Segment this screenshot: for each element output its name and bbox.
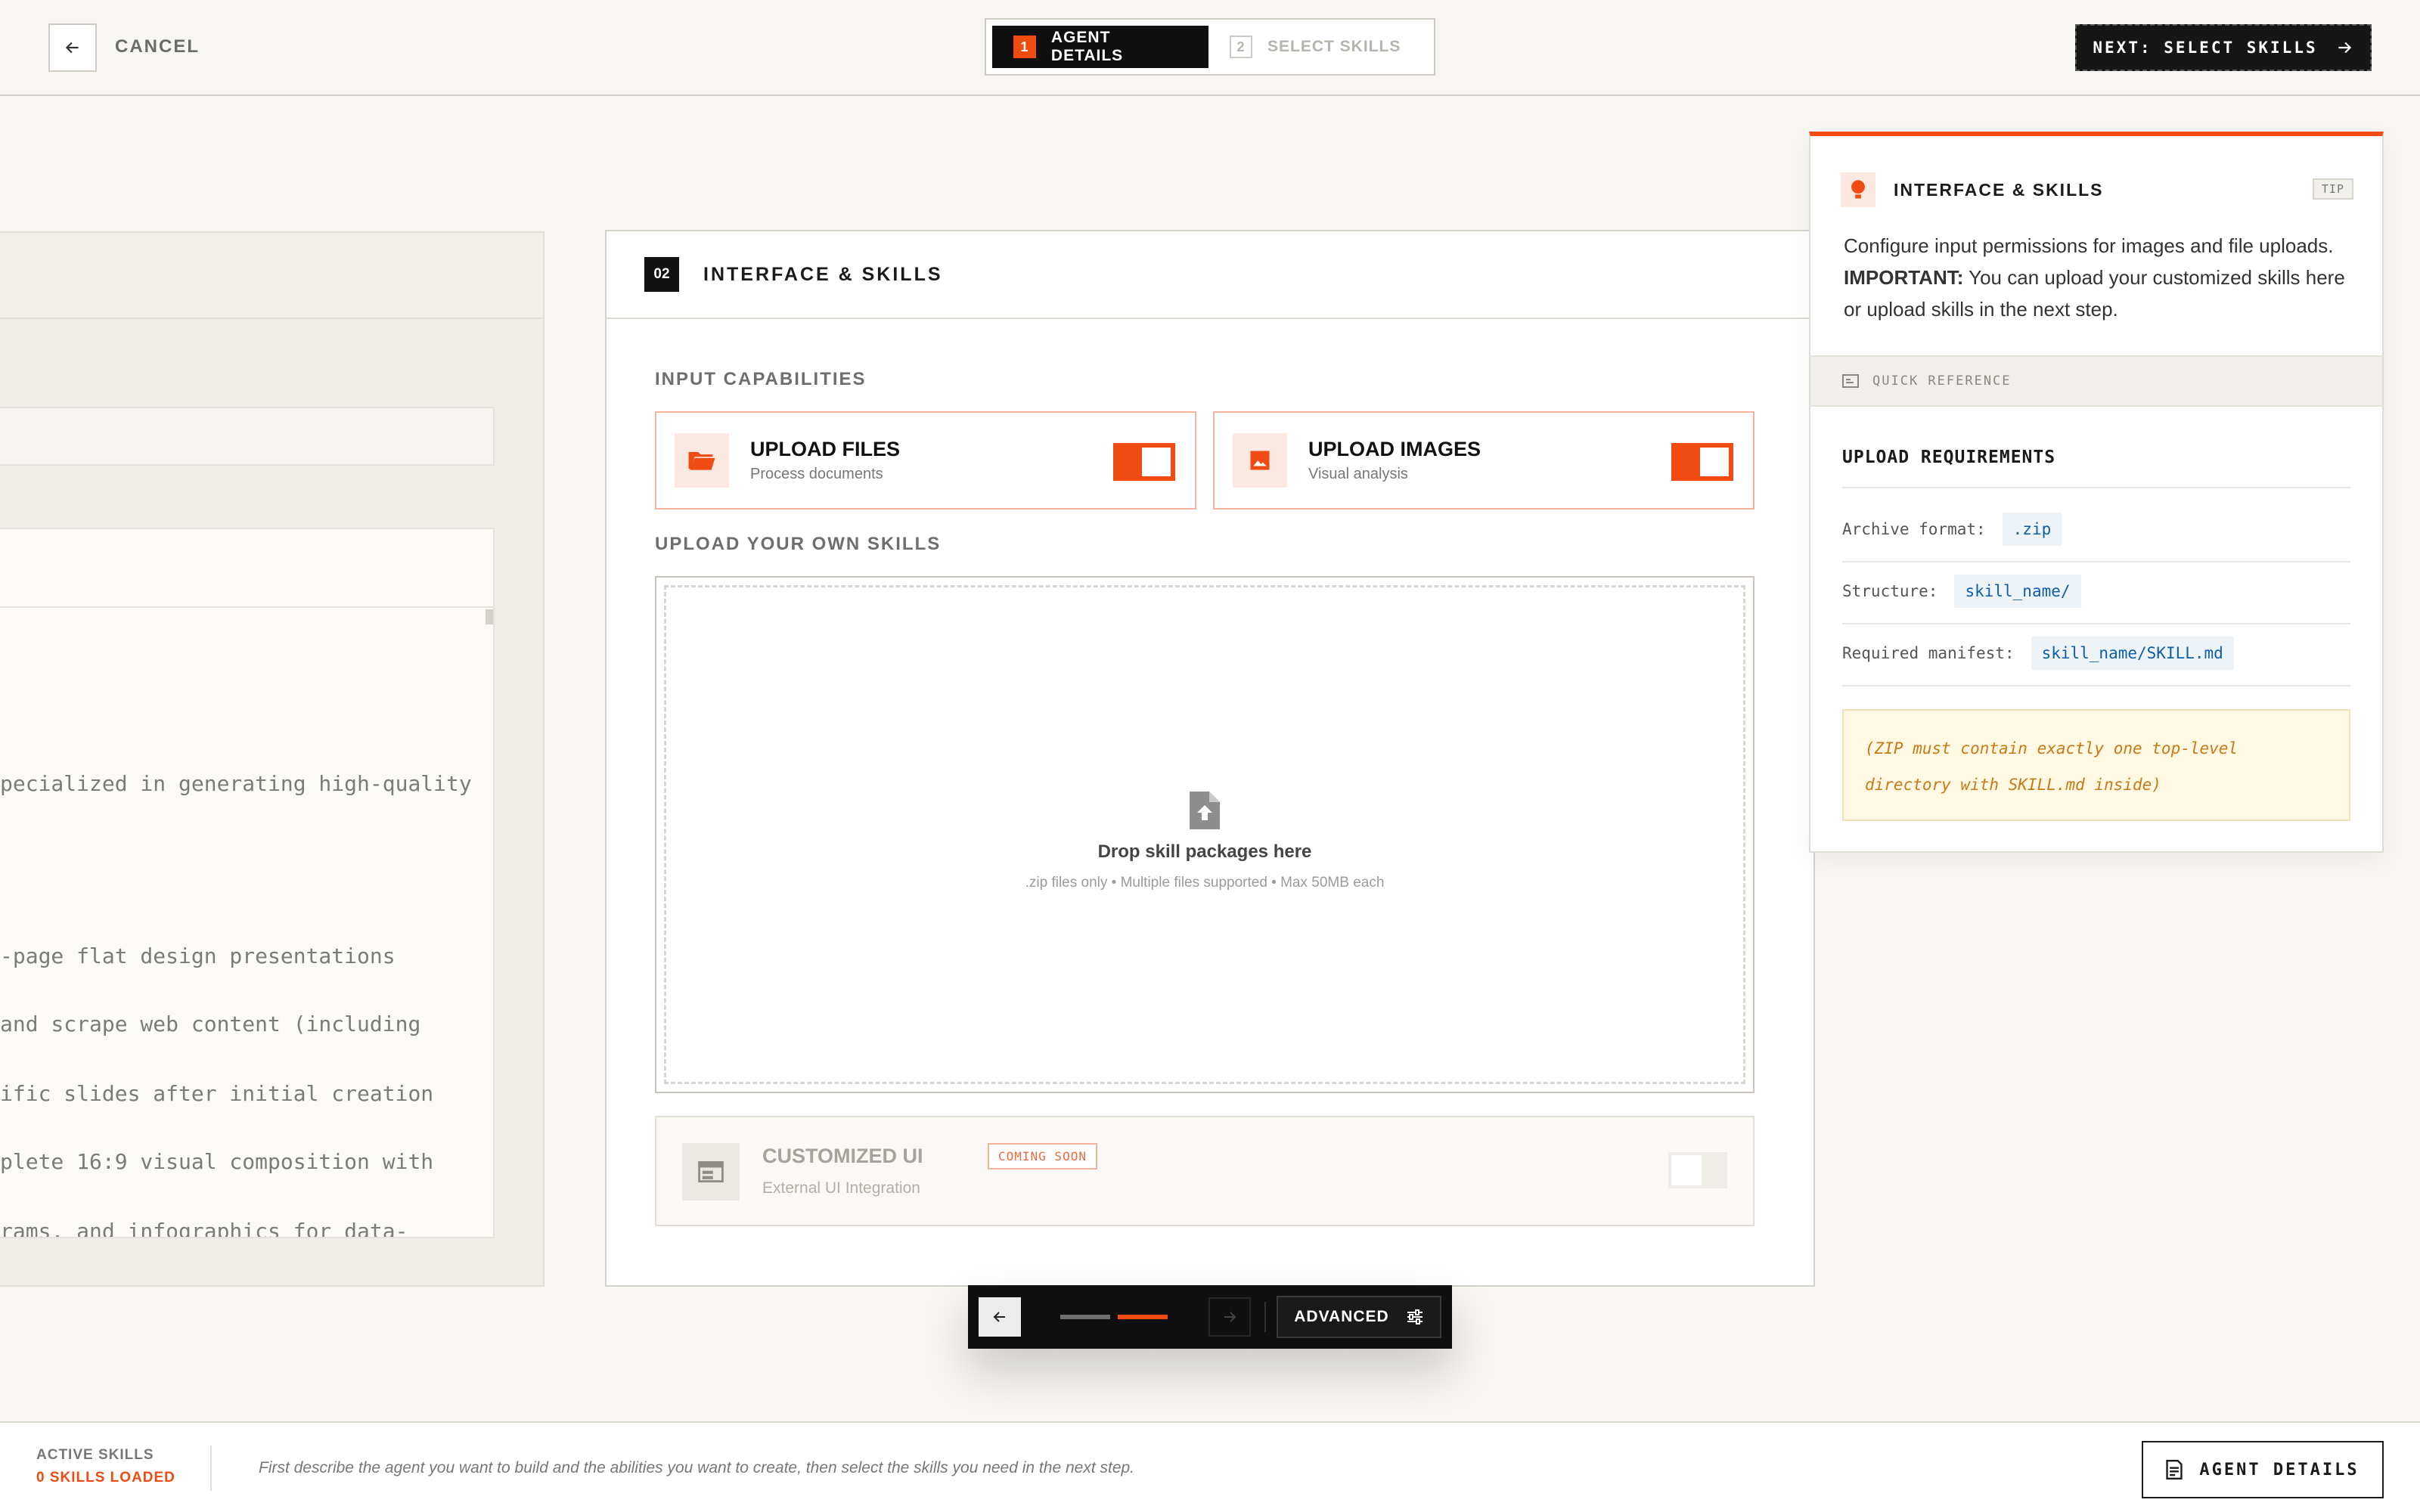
arrow-right-icon: [1224, 1312, 1236, 1322]
arrow-right-icon: [2338, 42, 2351, 54]
requirement-label: Structure:: [1842, 582, 1938, 600]
tip-body: Configure input permissions for images a…: [1844, 230, 2358, 325]
editor-text-line: plete 16:9 visual composition with: [0, 1149, 434, 1174]
step-indicator: 1 AGENT DETAILS 2 SELECT SKILLS: [985, 18, 1435, 76]
editor-text-line: ific slides after initial creation: [0, 1081, 434, 1106]
step-agent-details[interactable]: 1 AGENT DETAILS: [992, 26, 1208, 68]
upload-files-card[interactable]: UPLOAD FILES Process documents: [655, 411, 1196, 510]
editor-toolbar: [0, 529, 493, 608]
agent-name-field[interactable]: [0, 407, 495, 466]
skill-dropzone[interactable]: Drop skill packages here .zip files only…: [655, 576, 1754, 1093]
step-number-badge: 02: [644, 257, 679, 292]
active-skills-label: ACTIVE SKILLS: [36, 1447, 154, 1463]
customized-ui-subtitle: External UI Integration: [762, 1179, 920, 1197]
step-label: SELECT SKILLS: [1267, 38, 1401, 55]
card-header: 02 INTERFACE & SKILLS: [607, 231, 1813, 319]
folder-open-icon: [675, 433, 729, 488]
tip-body-important: IMPORTANT:: [1844, 266, 1964, 289]
tip-title: INTERFACE & SKILLS: [1894, 180, 2104, 200]
arrow-left-icon: [65, 42, 79, 54]
tip-body-intro: Configure input permissions for images a…: [1844, 234, 2334, 257]
zip-note: (ZIP must contain exactly one top-level …: [1842, 709, 2350, 821]
requirement-label: Archive format:: [1842, 520, 1986, 538]
dropzone-title: Drop skill packages here: [1097, 841, 1312, 862]
step-number: 2: [1230, 36, 1252, 58]
editor-scrollbar[interactable]: [486, 609, 493, 624]
dropzone-dashed-border: Drop skill packages here .zip files only…: [664, 585, 1745, 1084]
next-button-label: NEXT: SELECT SKILLS: [2093, 39, 2318, 57]
requirement-structure: Structure: skill_name/: [1842, 561, 2350, 621]
next-step-button[interactable]: [1208, 1297, 1251, 1337]
editor-text-line: -page flat design presentations: [0, 943, 396, 968]
progress-segment-2: [1118, 1315, 1168, 1319]
capability-subtitle: Process documents: [750, 466, 883, 482]
capability-title: UPLOAD FILES: [750, 438, 901, 460]
floating-step-nav: ADVANCED: [968, 1285, 1452, 1349]
requirement-archive-format: Archive format: .zip: [1842, 499, 2350, 559]
next-select-skills-button[interactable]: NEXT: SELECT SKILLS: [2075, 24, 2372, 71]
input-capabilities-label: INPUT CAPABILITIES: [655, 369, 867, 389]
editor-text-line: and scrape web content (including: [0, 1012, 421, 1036]
bottom-status-bar: ACTIVE SKILLS 0 SKILLS LOADED First desc…: [0, 1421, 2420, 1512]
step-label: AGENT DETAILS: [1050, 29, 1124, 64]
step-select-skills[interactable]: 2 SELECT SKILLS: [1208, 26, 1422, 68]
file-upload-icon: [1190, 792, 1220, 829]
back-button[interactable]: [48, 23, 97, 72]
dropzone-subtitle: .zip files only • Multiple files support…: [1025, 875, 1385, 891]
advanced-label: ADVANCED: [1294, 1308, 1389, 1325]
window-layout-icon: [682, 1143, 740, 1201]
editor-text-line: rams, and infographics for data-: [0, 1219, 408, 1238]
cancel-button[interactable]: CANCEL: [115, 36, 200, 57]
arrow-left-icon: [993, 1312, 1005, 1322]
agent-description-editor[interactable]: pecialized in generating high-quality -p…: [0, 528, 495, 1238]
tip-panel: INTERFACE & SKILLS TIP Configure input p…: [1809, 132, 2384, 853]
customized-ui-title: CUSTOMIZED UI: [762, 1145, 923, 1167]
requirement-value: skill_name/: [1954, 575, 2081, 608]
coming-soon-badge: COMING SOON: [988, 1143, 1097, 1170]
quick-reference-bar[interactable]: QUICK REFERENCE: [1810, 355, 2382, 407]
requirement-value: .zip: [2002, 513, 2062, 546]
upload-requirements-title: UPLOAD REQUIREMENTS: [1842, 448, 2056, 467]
top-bar: CANCEL 1 AGENT DETAILS 2 SELECT SKILLS N…: [0, 0, 2420, 96]
previous-step-panel: pecialized in generating high-quality -p…: [0, 231, 544, 1287]
previous-step-header: [0, 233, 543, 319]
agent-details-button[interactable]: AGENT DETAILS: [2142, 1441, 2384, 1498]
editor-text-line: pecialized in generating high-quality: [0, 771, 472, 796]
toggle-knob: [1671, 1155, 1702, 1185]
card-title: INTERFACE & SKILLS: [703, 263, 943, 285]
toggle-knob: [1142, 448, 1171, 476]
image-icon: [1233, 433, 1287, 488]
divider: [210, 1445, 212, 1491]
previous-step-button[interactable]: [979, 1297, 1021, 1337]
requirement-value: skill_name/SKILL.md: [2031, 637, 2234, 670]
interface-skills-card: 02 INTERFACE & SKILLS INPUT CAPABILITIES…: [605, 230, 1815, 1287]
divider: [1264, 1302, 1266, 1332]
progress-segment-1: [1060, 1315, 1110, 1319]
footer-hint: First describe the agent you want to bui…: [259, 1459, 1135, 1476]
agent-details-label: AGENT DETAILS: [2199, 1460, 2360, 1479]
document-icon: [2166, 1460, 2183, 1479]
lightbulb-icon: [1841, 172, 1876, 207]
divider: [1842, 685, 2350, 686]
quick-reference-label: QUICK REFERENCE: [1872, 373, 2012, 389]
sliders-icon: [1407, 1309, 1423, 1325]
tip-badge: TIP: [2312, 178, 2353, 200]
capability-title: UPLOAD IMAGES: [1308, 438, 1481, 460]
advanced-button[interactable]: ADVANCED: [1277, 1296, 1441, 1338]
terminal-icon: [1842, 374, 1859, 388]
upload-images-toggle[interactable]: [1671, 443, 1733, 481]
skills-loaded-count: 0 SKILLS LOADED: [36, 1470, 175, 1486]
upload-skills-label: UPLOAD YOUR OWN SKILLS: [655, 534, 942, 554]
toggle-knob: [1700, 448, 1729, 476]
customized-ui-toggle: [1668, 1152, 1727, 1188]
step-number: 1: [1013, 36, 1036, 58]
requirement-label: Required manifest:: [1842, 644, 2015, 662]
capability-subtitle: Visual analysis: [1308, 466, 1408, 482]
requirement-manifest: Required manifest: skill_name/SKILL.md: [1842, 623, 2350, 683]
divider: [1842, 487, 2350, 488]
upload-files-toggle[interactable]: [1113, 443, 1175, 481]
customized-ui-card: CUSTOMIZED UI COMING SOON External UI In…: [655, 1116, 1754, 1226]
upload-images-card[interactable]: UPLOAD IMAGES Visual analysis: [1213, 411, 1754, 510]
